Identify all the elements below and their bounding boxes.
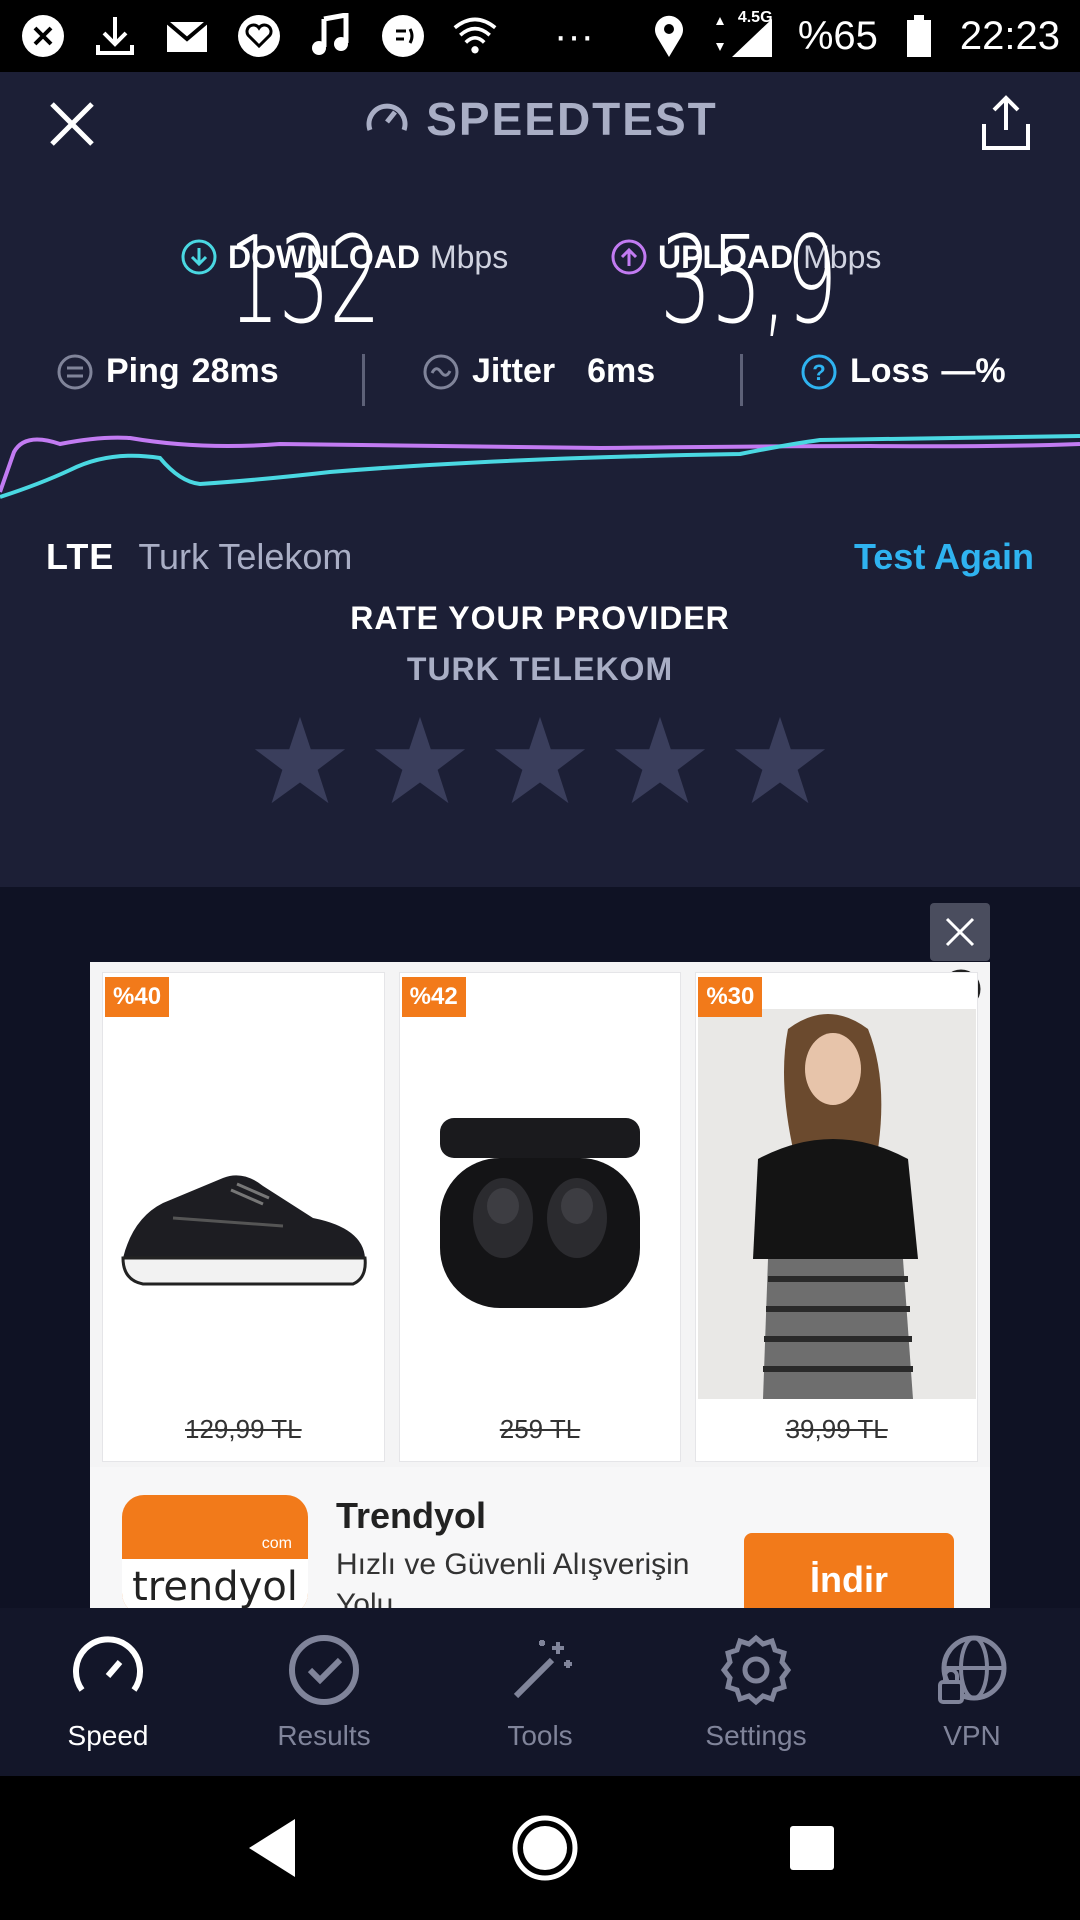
- heart-app-icon: [236, 13, 282, 59]
- vpn-globe-lock-icon: [938, 1635, 1007, 1704]
- overflow-dots: ···: [554, 13, 594, 58]
- discount-badge: %30: [698, 977, 763, 1017]
- download-icon: [92, 13, 138, 59]
- tools-wand-icon: [513, 1640, 572, 1699]
- settings-gear-icon: [720, 1634, 792, 1706]
- loss-help-icon[interactable]: ?: [800, 353, 838, 391]
- advertiser-name: Trendyol: [336, 1495, 487, 1536]
- share-button[interactable]: [978, 94, 1034, 154]
- share-icon: [982, 95, 1030, 150]
- app-title: SPEEDTEST: [0, 92, 1080, 146]
- battery-icon: [896, 13, 942, 59]
- stat-divider: [740, 354, 743, 406]
- logo-text: trendyol: [132, 1564, 298, 1608]
- system-nav-bar: [0, 1776, 1080, 1920]
- install-button[interactable]: İndir: [744, 1533, 954, 1608]
- chat-app-icon: [380, 13, 426, 59]
- rate-provider: RATE YOUR PROVIDER TURK TELEKOM: [0, 600, 1080, 688]
- location-pin-icon: [646, 13, 692, 59]
- network-info: LTE Turk Telekom Test Again: [46, 527, 1034, 587]
- star-5-icon[interactable]: [731, 712, 829, 810]
- speed-gauge-icon: [73, 1636, 143, 1692]
- connection-type: LTE: [46, 536, 115, 577]
- test-again-button[interactable]: Test Again: [854, 536, 1034, 578]
- svg-text:?: ?: [812, 360, 825, 385]
- mail-icon: [164, 13, 210, 59]
- ad-product-card[interactable]: %30 39,99 TL: [695, 972, 979, 1462]
- close-icon: [945, 917, 975, 947]
- loss-stat: ? Loss —%: [800, 352, 1006, 391]
- signal-icon: 4.5G: [710, 9, 780, 59]
- back-icon[interactable]: [243, 1813, 303, 1883]
- battery-percent: %65: [797, 13, 878, 58]
- download-value: 132: [228, 212, 381, 351]
- speedtest-result-panel: SPEEDTEST DOWNLOAD Mbps UPLOAD Mbps 132 …: [0, 72, 1080, 887]
- results-check-icon: [289, 1635, 359, 1705]
- status-bar: ··· 4.5G %65 22:23: [0, 0, 1080, 72]
- upload-arrow-icon: [611, 239, 647, 275]
- product-price: 39,99 TL: [785, 1414, 888, 1444]
- rate-provider-name: TURK TELEKOM: [406, 651, 674, 687]
- advertiser-description: Hızlı ve Güvenli Alışverişin Yolu: [336, 1548, 690, 1608]
- ad-product-card[interactable]: %42 259 TL: [398, 972, 682, 1462]
- bottom-tab-bar: Speed Results Tools Settings VPN: [0, 1608, 1080, 1776]
- ad-products: %40 129,99 TL %42 259 TL %30 39,99 TL: [102, 972, 979, 1462]
- network-type-badge: 4.5G: [737, 9, 773, 26]
- trendyol-logo: com trendyol: [122, 1495, 308, 1608]
- woman-outfit-image: [696, 1009, 977, 1399]
- product-price: 259 TL: [499, 1414, 581, 1444]
- black-sneaker-image: [103, 1013, 384, 1403]
- rating-stars: [0, 712, 1080, 810]
- speed-graph: [0, 434, 1080, 499]
- discount-badge: %42: [401, 977, 466, 1017]
- upload-value: 35,9: [660, 212, 838, 351]
- star-3-icon[interactable]: [491, 712, 589, 810]
- ad-banner[interactable]: %40 129,99 TL %42 259 TL %30 39,99 TL co…: [90, 962, 990, 1608]
- tab-tools[interactable]: Tools: [432, 1608, 648, 1776]
- tab-speed[interactable]: Speed: [0, 1608, 216, 1776]
- wireless-earbuds-image: [400, 1013, 681, 1403]
- missed-call-icon: [20, 13, 66, 59]
- discount-badge: %40: [105, 977, 170, 1017]
- stat-divider: [362, 354, 365, 406]
- star-4-icon[interactable]: [611, 712, 709, 810]
- title-text: SPEEDTEST: [426, 93, 718, 145]
- jitter-stat: Jitter 6ms: [422, 352, 655, 391]
- ad-product-card[interactable]: %40 129,99 TL: [102, 972, 385, 1462]
- home-icon[interactable]: [510, 1813, 580, 1883]
- app-header: SPEEDTEST: [0, 72, 1080, 168]
- clock: 22:23: [959, 13, 1060, 58]
- tab-vpn[interactable]: VPN: [864, 1608, 1080, 1776]
- ping-icon: [57, 354, 93, 389]
- upload-graph-line: [0, 435, 1080, 493]
- rate-title: RATE YOUR PROVIDER: [350, 600, 730, 636]
- music-note-icon: [308, 13, 354, 59]
- provider-name: Turk Telekom: [138, 536, 353, 577]
- tab-results[interactable]: Results: [216, 1608, 432, 1776]
- product-price: 129,99 TL: [185, 1414, 302, 1444]
- wifi-icon: [452, 13, 498, 59]
- ad-close-button[interactable]: [930, 903, 990, 961]
- download-arrow-icon: [181, 239, 217, 275]
- star-1-icon[interactable]: [251, 712, 349, 810]
- star-2-icon[interactable]: [371, 712, 469, 810]
- ping-stat: Ping 28ms: [56, 352, 279, 391]
- jitter-icon: [423, 354, 459, 389]
- speedtest-logo-icon: [366, 103, 408, 131]
- logo-sub-text: com: [261, 1535, 292, 1553]
- recents-icon[interactable]: [787, 1823, 837, 1873]
- tab-settings[interactable]: Settings: [648, 1608, 864, 1776]
- ad-footer: com trendyol Trendyol Hızlı ve Güvenli A…: [90, 1467, 990, 1608]
- metric-labels: DOWNLOAD Mbps UPLOAD Mbps: [0, 168, 1080, 275]
